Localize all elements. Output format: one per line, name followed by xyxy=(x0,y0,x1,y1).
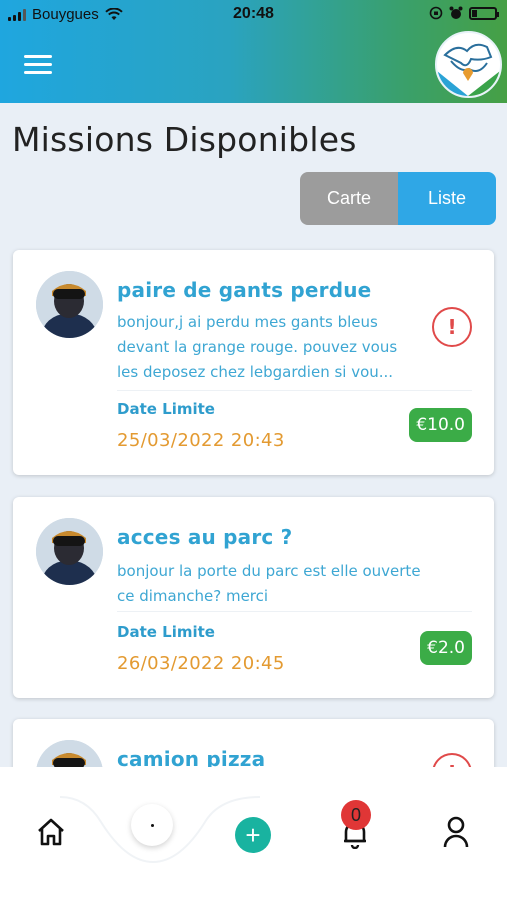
hamburger-menu-icon[interactable] xyxy=(24,55,52,75)
deadline-date: 25/03/2022 20:43 xyxy=(117,430,285,451)
dot-button[interactable] xyxy=(131,804,173,846)
deadline-label: Date Limite xyxy=(117,623,215,641)
divider xyxy=(117,611,472,612)
mission-description: bonjour,j ai perdu mes gants bleus devan… xyxy=(117,313,398,381)
battery-icon xyxy=(469,6,499,20)
dot-icon xyxy=(150,823,154,827)
app-header: Bouygues 20:48 xyxy=(0,0,507,103)
notification-badge: 0 xyxy=(341,800,371,830)
urgent-alert-icon: ! xyxy=(432,753,472,767)
avatar xyxy=(36,518,103,585)
view-toggle: Carte Liste xyxy=(300,172,496,225)
mission-title: paire de gants perdue xyxy=(117,278,372,302)
avatar xyxy=(36,271,103,338)
mission-description: bonjour la porte du parc est elle ouvert… xyxy=(117,562,421,605)
price-badge: €10.0 xyxy=(409,408,472,442)
mission-card[interactable]: paire de gants perdue bonjour,j ai perdu… xyxy=(13,250,494,475)
missions-list-screen: Missions Disponibles Carte Liste paire d… xyxy=(0,103,507,767)
user-icon[interactable] xyxy=(442,815,470,849)
mission-title: camion pizza xyxy=(117,747,266,767)
alarm-icon xyxy=(449,6,463,19)
mission-card[interactable]: camion pizza ! xyxy=(13,719,494,767)
avatar xyxy=(36,740,103,767)
mission-title: acces au parc ? xyxy=(117,525,293,549)
orientation-lock-icon xyxy=(429,6,443,20)
status-bar: Bouygues 20:48 xyxy=(0,0,507,30)
add-mission-button[interactable]: + xyxy=(235,817,271,853)
deadline-date: 26/03/2022 20:45 xyxy=(117,653,285,674)
deadline-label: Date Limite xyxy=(117,400,215,418)
divider xyxy=(117,390,472,391)
page-title: Missions Disponibles xyxy=(12,120,357,159)
plus-icon: + xyxy=(245,820,261,850)
bottom-navigation: + 0 xyxy=(0,767,507,900)
app-logo[interactable] xyxy=(435,31,502,98)
price-badge: €2.0 xyxy=(420,631,472,665)
toggle-liste-button[interactable]: Liste xyxy=(398,172,496,225)
toggle-carte-button[interactable]: Carte xyxy=(300,172,398,225)
urgent-alert-icon: ! xyxy=(432,307,472,347)
mission-card[interactable]: acces au parc ? bonjour la porte du parc… xyxy=(13,497,494,698)
home-icon[interactable] xyxy=(36,817,66,847)
